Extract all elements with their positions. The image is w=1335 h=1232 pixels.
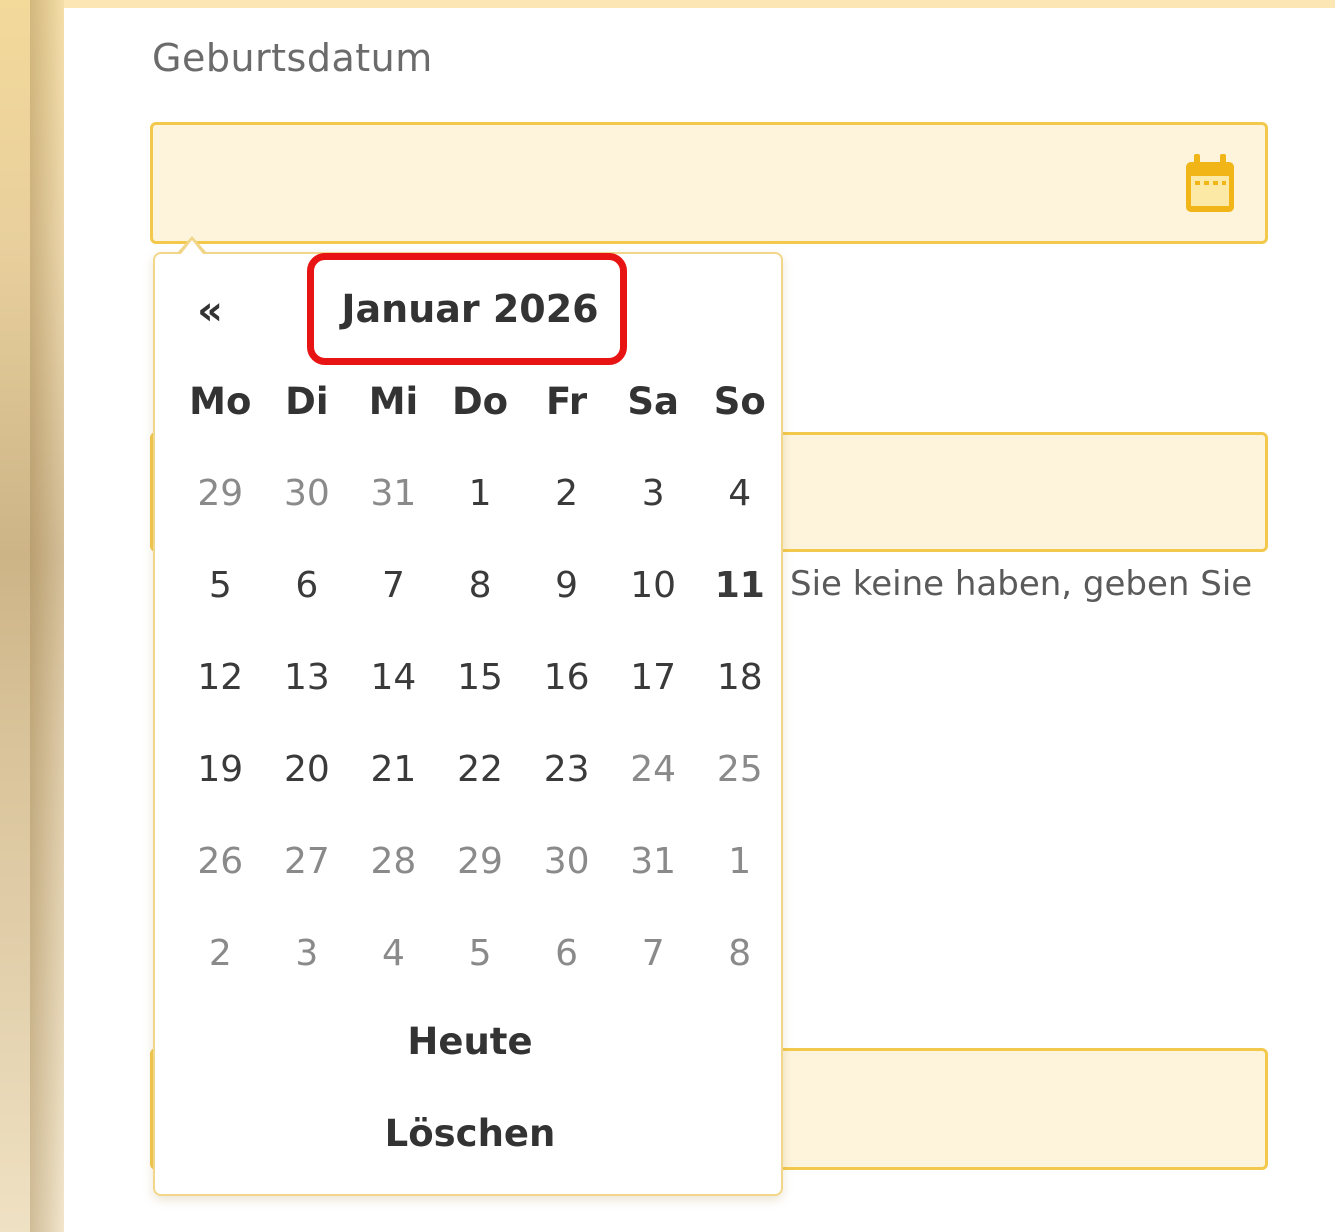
day-cell[interactable]: 7 <box>610 908 697 1000</box>
day-cell[interactable]: 13 <box>264 632 351 724</box>
day-cell[interactable]: 19 <box>177 724 264 816</box>
day-cell[interactable]: 27 <box>264 816 351 908</box>
birthdate-input[interactable] <box>150 122 1268 244</box>
prev-month-button[interactable]: « <box>185 284 235 338</box>
day-cell[interactable]: 17 <box>610 632 697 724</box>
weekday-sa: Sa <box>627 380 679 423</box>
weekday-mi: Mi <box>368 380 419 423</box>
day-cell[interactable]: 5 <box>177 540 264 632</box>
day-cell[interactable]: 31 <box>350 448 437 540</box>
day-cell[interactable]: 30 <box>523 816 610 908</box>
clear-button[interactable]: Löschen <box>155 1112 785 1155</box>
background-image <box>0 0 64 1232</box>
day-cell[interactable]: 29 <box>437 816 524 908</box>
week-row: 29 30 31 1 2 3 4 <box>177 448 783 540</box>
day-cell[interactable]: 2 <box>177 908 264 1000</box>
day-cell[interactable]: 22 <box>437 724 524 816</box>
day-cell[interactable]: 8 <box>696 908 783 1000</box>
week-row: 2 3 4 5 6 7 8 <box>177 908 783 1000</box>
day-cell[interactable]: 24 <box>610 724 697 816</box>
day-cell[interactable]: 12 <box>177 632 264 724</box>
day-cell[interactable]: 20 <box>264 724 351 816</box>
day-cell[interactable]: 6 <box>264 540 351 632</box>
day-cell[interactable]: 30 <box>264 448 351 540</box>
day-cell[interactable]: 4 <box>350 908 437 1000</box>
weekday-di: Di <box>285 380 329 423</box>
weekday-do: Do <box>451 380 509 423</box>
weekday-fr: Fr <box>546 380 588 423</box>
week-row: 26 27 28 29 30 31 1 <box>177 816 783 908</box>
month-title-highlight <box>307 253 627 365</box>
day-cell[interactable]: 8 <box>437 540 524 632</box>
day-cell[interactable]: 11 <box>696 540 783 632</box>
day-cell[interactable]: 6 <box>523 908 610 1000</box>
day-cell[interactable]: 28 <box>350 816 437 908</box>
day-cell[interactable]: 26 <box>177 816 264 908</box>
day-cell[interactable]: 1 <box>696 816 783 908</box>
calendar-grid: Mo Di Mi Do Fr Sa So 29 30 31 1 2 3 4 5 … <box>177 356 783 1000</box>
day-cell[interactable]: 5 <box>437 908 524 1000</box>
day-cell[interactable]: 15 <box>437 632 524 724</box>
day-cell[interactable]: 16 <box>523 632 610 724</box>
week-row: 12 13 14 15 16 17 18 <box>177 632 783 724</box>
day-cell[interactable]: 3 <box>610 448 697 540</box>
day-cell[interactable]: 7 <box>350 540 437 632</box>
day-cell[interactable]: 9 <box>523 540 610 632</box>
calendar-icon <box>1186 154 1234 212</box>
day-cell[interactable]: 4 <box>696 448 783 540</box>
calendar-button[interactable] <box>1184 152 1236 214</box>
day-cell[interactable]: 1 <box>437 448 524 540</box>
day-cell[interactable]: 18 <box>696 632 783 724</box>
week-row: 19 20 21 22 23 24 25 <box>177 724 783 816</box>
day-cell[interactable]: 29 <box>177 448 264 540</box>
weekday-so: So <box>713 380 766 423</box>
weekday-mo: Mo <box>189 380 252 423</box>
datepicker-popup: « Januar 2026 Mo Di Mi Do Fr Sa So 29 30… <box>153 252 783 1196</box>
week-row: 5 6 7 8 9 10 11 <box>177 540 783 632</box>
day-cell[interactable]: 2 <box>523 448 610 540</box>
helper-text: Sie keine haben, geben Sie <box>790 564 1253 604</box>
day-cell[interactable]: 3 <box>264 908 351 1000</box>
day-cell[interactable]: 21 <box>350 724 437 816</box>
day-cell[interactable]: 25 <box>696 724 783 816</box>
birthdate-label: Geburtsdatum <box>152 36 433 80</box>
weekday-header: Mo Di Mi Do Fr Sa So <box>177 356 783 448</box>
day-cell[interactable]: 23 <box>523 724 610 816</box>
day-cell[interactable]: 10 <box>610 540 697 632</box>
datepicker-arrow-fill <box>181 240 203 254</box>
day-cell[interactable]: 14 <box>350 632 437 724</box>
today-button[interactable]: Heute <box>155 1020 785 1063</box>
day-cell[interactable]: 31 <box>610 816 697 908</box>
